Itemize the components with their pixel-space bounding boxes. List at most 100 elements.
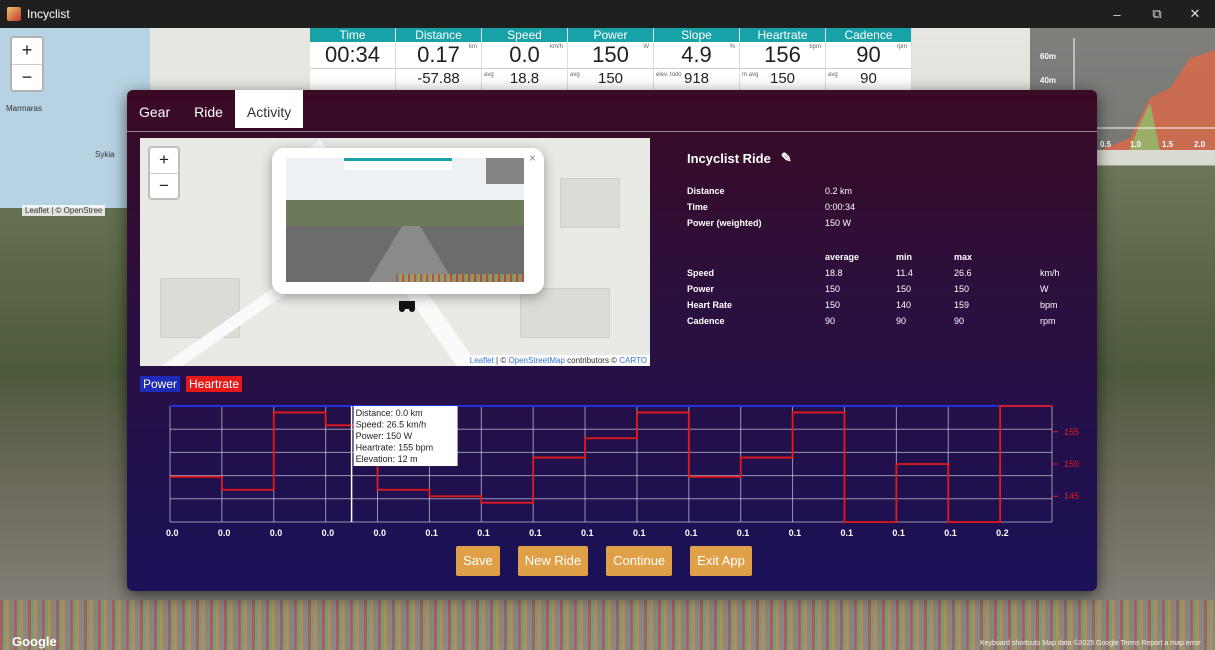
tab-divider bbox=[127, 131, 1097, 132]
metric-value: 00:34 bbox=[324, 42, 381, 67]
stat-min: 140 bbox=[896, 300, 912, 310]
background-map-attribution[interactable]: Leaflet | © OpenStree bbox=[22, 205, 106, 216]
continue-button[interactable]: Continue bbox=[606, 546, 673, 576]
x-axis-tick-label: 0.0 bbox=[166, 528, 179, 538]
elevation-y-tick: 40m bbox=[1040, 76, 1057, 85]
column-max: max bbox=[954, 252, 973, 262]
ride-screenshot-thumbnail bbox=[286, 158, 524, 282]
metric-speed: Speed 0.0 km/h 18.8 avg bbox=[482, 28, 568, 90]
x-axis-tick-label: 0.1 bbox=[529, 528, 542, 538]
metric-sub-label: avg bbox=[828, 72, 838, 78]
chart-tooltip: Distance: 0.0 km Speed: 26.5 km/hPower: 1… bbox=[353, 406, 458, 466]
metric-subvalue: 90 bbox=[826, 68, 911, 89]
stat-average: 90 bbox=[825, 316, 836, 326]
metric-label: Cadence bbox=[826, 28, 911, 42]
x-axis-tick-label: 0.1 bbox=[944, 528, 957, 538]
y-axis-tick-label: 155 bbox=[1064, 427, 1079, 437]
app-logo-icon bbox=[7, 7, 21, 21]
metric-label: Heartrate bbox=[740, 28, 825, 42]
metric-subvalue: 150 bbox=[568, 68, 653, 89]
metric-value: 4.9 bbox=[681, 42, 712, 67]
stat-min: 90 bbox=[896, 316, 907, 326]
metric-subvalue: 18.8 bbox=[482, 68, 567, 89]
heartrate-series-line bbox=[170, 405, 1052, 523]
ride-summary-dialog: Gear Ride Activity + − × Leaflet | © Ope… bbox=[127, 90, 1097, 591]
elevation-x-tick: 1.0 bbox=[1130, 140, 1142, 149]
metric-sub-label: avg bbox=[570, 72, 580, 78]
window-titlebar: Incyclist – ⧉ ✕ bbox=[0, 0, 1215, 28]
close-icon[interactable]: × bbox=[529, 151, 536, 165]
tab-gear[interactable]: Gear bbox=[127, 90, 182, 128]
dialog-tabs: Gear Ride Activity bbox=[127, 90, 304, 128]
x-axis-tick-label: 0.1 bbox=[840, 528, 853, 538]
elevation-x-tick: 2.0 bbox=[1194, 140, 1206, 149]
cyclist-position-icon bbox=[399, 301, 415, 312]
activity-map[interactable]: + − × Leaflet | © OpenStreetMap contribu… bbox=[140, 138, 650, 366]
activity-map-zoom: + − bbox=[148, 146, 180, 200]
map-label-marmaras: Marmaras bbox=[6, 104, 43, 113]
metric-slope: Slope 4.9% 918 elev. todo bbox=[654, 28, 740, 90]
metric-unit: rpm bbox=[896, 44, 907, 50]
tab-activity[interactable]: Activity bbox=[234, 90, 304, 128]
zoom-out-button[interactable]: − bbox=[150, 174, 178, 199]
metric-value: 150 bbox=[592, 42, 629, 67]
save-button[interactable]: Save bbox=[456, 546, 500, 576]
metric-distance: Distance 0.17 km -57.88 bbox=[396, 28, 482, 90]
legend-power[interactable]: Power bbox=[140, 376, 181, 392]
x-axis-tick-label: 0.0 bbox=[374, 528, 387, 538]
tab-ride[interactable]: Ride bbox=[182, 90, 235, 128]
metric-label: Speed bbox=[482, 28, 567, 42]
metric-time: Time 00:34 bbox=[310, 28, 396, 90]
x-axis-tick-label: 0.1 bbox=[892, 528, 905, 538]
carto-link[interactable]: CARTO bbox=[619, 356, 647, 365]
metric-unit: km/h bbox=[549, 44, 563, 50]
activity-summary: Incyclist Ride ✎ bbox=[687, 150, 792, 166]
metric-sub-label: elev. todo bbox=[656, 72, 682, 78]
stat-average: 150 bbox=[825, 284, 841, 294]
new-ride-button[interactable]: New Ride bbox=[517, 546, 589, 576]
ride-metrics-bar: Time 00:34 Distance 0.17 km -57.88 Speed 0.0 km/… bbox=[310, 28, 912, 90]
x-axis-tick-label: 0.1 bbox=[789, 528, 802, 538]
dialog-actions: Save New Ride Continue Exit App bbox=[127, 546, 1089, 576]
edit-title-icon[interactable]: ✎ bbox=[781, 150, 792, 166]
minimize-button[interactable]: – bbox=[1097, 0, 1137, 28]
exit-app-button[interactable]: Exit App bbox=[690, 546, 752, 576]
stat-min: 150 bbox=[896, 284, 912, 294]
google-terms[interactable]: Keyboard shortcuts Map data ©2025 Google… bbox=[980, 640, 1201, 647]
osm-link[interactable]: OpenStreetMap bbox=[508, 356, 564, 365]
tooltip-line: Speed: 26.5 km/h bbox=[356, 420, 427, 430]
legend-heartrate[interactable]: Heartrate bbox=[186, 376, 243, 392]
x-axis-tick-label: 0.1 bbox=[425, 528, 438, 538]
zoom-out-button[interactable]: − bbox=[12, 65, 42, 91]
leaflet-link[interactable]: Leaflet bbox=[470, 356, 494, 365]
x-axis-tick-label: 0.0 bbox=[218, 528, 231, 538]
stat-label: Heart Rate bbox=[687, 300, 733, 310]
metric-power: Power 150 W 150 avg bbox=[568, 28, 654, 90]
stat-label: Power bbox=[687, 284, 715, 294]
zoom-in-button[interactable]: + bbox=[150, 148, 178, 174]
stat-unit: W bbox=[1040, 284, 1049, 294]
close-window-button[interactable]: ✕ bbox=[1175, 0, 1215, 28]
chart-legend: Power Heartrate bbox=[140, 376, 243, 392]
x-axis-tick-label: 0.1 bbox=[581, 528, 594, 538]
stat-max: 159 bbox=[954, 300, 970, 310]
stat-unit: km/h bbox=[1040, 268, 1060, 278]
zoom-in-button[interactable]: + bbox=[12, 38, 42, 65]
distance-value: 0.2 km bbox=[825, 186, 853, 196]
weighted-power-label: Power (weighted) bbox=[687, 218, 762, 228]
activity-title: Incyclist Ride bbox=[687, 150, 771, 166]
stat-average: 150 bbox=[825, 300, 841, 310]
activity-chart[interactable]: 155 150 145 0.0 0.0 0.0 0.0 0.0 0.1 0.1 0.1 0.1 0.1 0… bbox=[140, 396, 1090, 542]
map-label-sykia: Sykia bbox=[95, 150, 115, 159]
metric-label: Time bbox=[310, 28, 395, 42]
attribution-text: contributors © bbox=[564, 356, 620, 365]
maximize-button[interactable]: ⧉ bbox=[1137, 0, 1177, 28]
stat-unit: bpm bbox=[1040, 300, 1058, 310]
metric-unit: bpm bbox=[809, 44, 821, 50]
x-axis-tick-label: 0.1 bbox=[685, 528, 698, 538]
time-value: 0:00:34 bbox=[825, 202, 856, 212]
stat-average: 18.8 bbox=[825, 268, 843, 278]
x-axis-tick-label: 0.1 bbox=[633, 528, 646, 538]
metric-sub-label: avg bbox=[484, 72, 494, 78]
metric-label: Power bbox=[568, 28, 653, 42]
